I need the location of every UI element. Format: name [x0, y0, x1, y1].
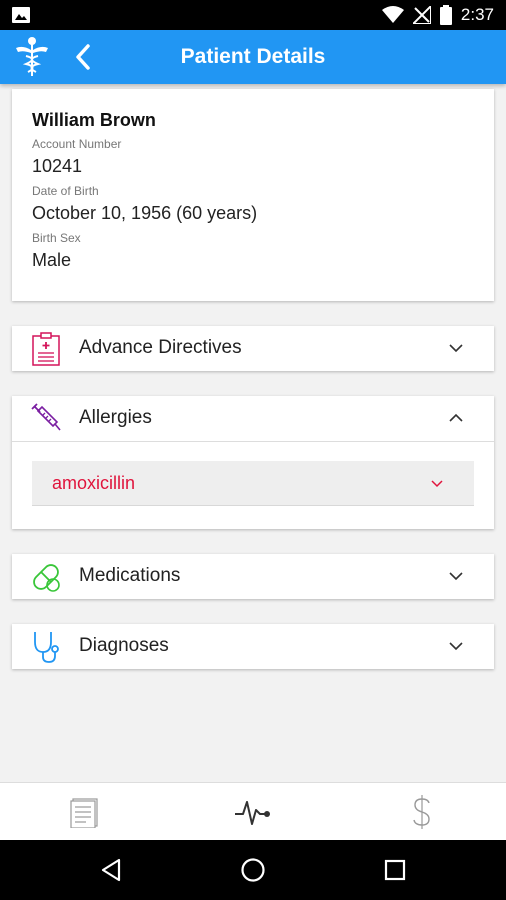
section-allergies: Allergies amoxicillin — [12, 396, 494, 529]
chevron-down-icon[interactable] — [448, 342, 464, 354]
diagnoses-header[interactable]: Diagnoses — [12, 624, 494, 669]
advance-directives-header[interactable]: Advance Directives — [12, 326, 494, 371]
section-diagnoses: Diagnoses — [12, 624, 494, 669]
document-icon — [70, 798, 98, 828]
status-bar: 2:37 — [0, 0, 506, 30]
allergy-name: amoxicillin — [52, 473, 136, 493]
patient-name: William Brown — [32, 110, 156, 130]
back-triangle-icon — [101, 858, 121, 882]
patient-info-card: William Brown Account Number 10241 Date … — [12, 89, 494, 301]
system-nav-bar — [0, 840, 506, 900]
system-home-button[interactable] — [233, 850, 273, 890]
heartbeat-icon — [235, 801, 270, 825]
allergies-header[interactable]: Allergies — [12, 396, 494, 441]
clock: 2:37 — [460, 5, 494, 24]
clipboard-medical-icon — [32, 332, 60, 366]
medications-label: Medications — [79, 565, 181, 586]
medications-header[interactable]: Medications — [12, 554, 494, 599]
dob-label: Date of Birth — [32, 184, 99, 198]
chevron-up-icon[interactable] — [448, 412, 464, 424]
dollar-icon — [413, 795, 430, 829]
wifi-icon — [381, 6, 404, 23]
allergy-item[interactable]: amoxicillin — [32, 461, 474, 506]
battery-icon — [439, 5, 452, 25]
system-back-button[interactable] — [91, 850, 131, 890]
bottom-nav — [0, 782, 506, 840]
dob-value: October 10, 1956 (60 years) — [32, 203, 258, 223]
birth-sex-label: Birth Sex — [32, 231, 81, 245]
tab-billing[interactable] — [338, 783, 506, 841]
page-title: Patient Details — [180, 45, 326, 68]
birth-sex-value: Male — [32, 250, 72, 270]
section-medications: Medications — [12, 554, 494, 599]
home-circle-icon — [241, 858, 265, 882]
app-bar: Patient Details — [0, 30, 506, 84]
diagnoses-label: Diagnoses — [79, 635, 169, 656]
divider — [12, 441, 494, 442]
account-number-value: 10241 — [32, 156, 83, 176]
pill-icon — [33, 564, 60, 592]
tab-documents[interactable] — [0, 783, 168, 841]
chevron-down-icon[interactable] — [448, 570, 464, 582]
recents-square-icon — [384, 859, 406, 881]
tab-vitals[interactable] — [169, 783, 337, 841]
account-number-label: Account Number — [32, 137, 122, 151]
chevron-down-icon[interactable] — [448, 640, 464, 652]
gallery-icon — [12, 7, 30, 23]
stethoscope-icon — [34, 632, 59, 663]
signal-off-icon — [412, 6, 431, 24]
section-advance-directives: Advance Directives — [12, 326, 494, 371]
syringe-icon — [31, 403, 61, 431]
allergies-label: Allergies — [79, 407, 152, 428]
system-recents-button[interactable] — [375, 850, 415, 890]
advance-directives-label: Advance Directives — [79, 337, 242, 358]
chevron-down-icon[interactable] — [430, 479, 444, 489]
